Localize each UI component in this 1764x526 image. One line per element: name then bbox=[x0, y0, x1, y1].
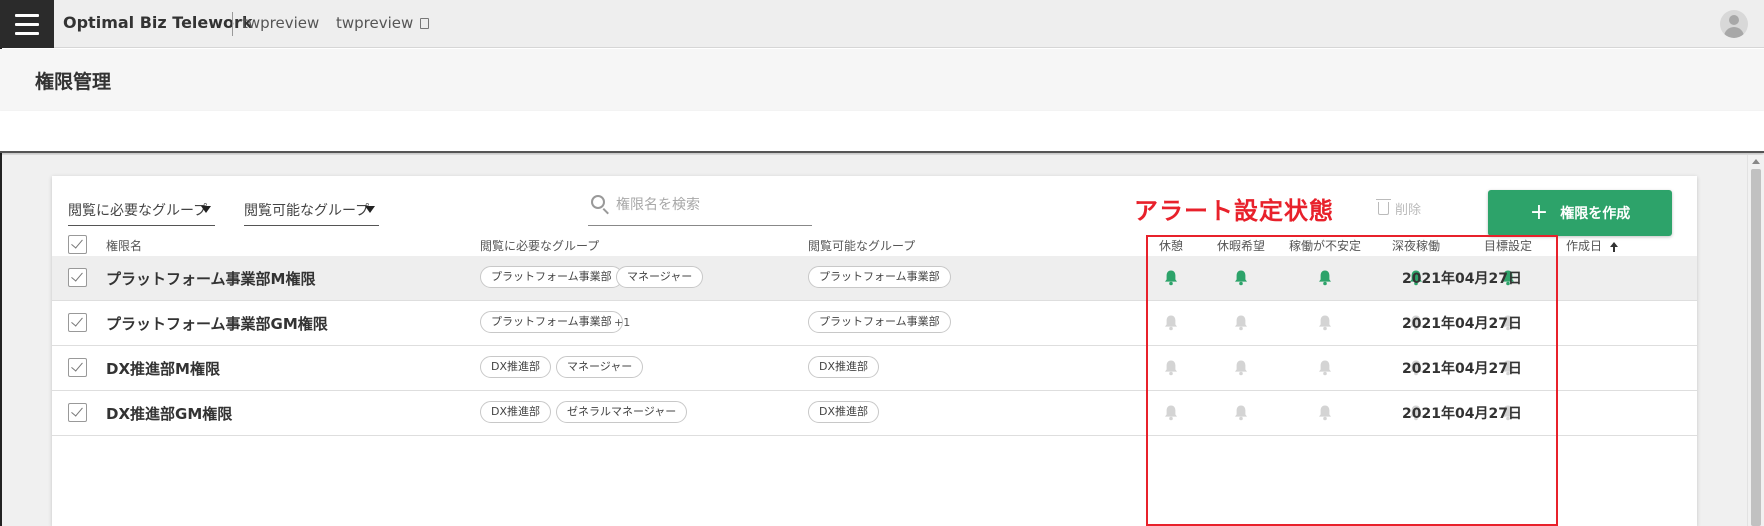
required-group-filter-label: 閲覧に必要なグループ bbox=[68, 203, 208, 219]
row-checkbox[interactable] bbox=[68, 358, 87, 377]
permission-name[interactable]: プラットフォーム事業部M権限 bbox=[106, 268, 315, 289]
created-date: 2021年04月27日 bbox=[1402, 271, 1522, 287]
viewable-group-chip: プラットフォーム事業部 bbox=[808, 266, 951, 288]
chevron-down-icon bbox=[201, 206, 211, 213]
user-avatar-icon[interactable] bbox=[1720, 10, 1748, 38]
delete-label: 削除 bbox=[1395, 202, 1422, 218]
permission-name[interactable]: プラットフォーム事業部GM権限 bbox=[106, 313, 328, 334]
table-row[interactable]: プラットフォーム事業部M権限 プラットフォーム事業部 マネージャー プラットフォーム事… bbox=[52, 256, 1697, 301]
column-header-created-date[interactable]: 作成日 bbox=[1566, 237, 1619, 254]
column-header-leave-request[interactable]: 休暇希望 bbox=[1217, 237, 1265, 254]
search-field[interactable] bbox=[588, 192, 812, 226]
bell-icon[interactable] bbox=[1233, 314, 1249, 331]
page-header: 権限管理 bbox=[0, 49, 1764, 111]
copy-icon[interactable] bbox=[420, 18, 429, 29]
created-date: 2021年04月27日 bbox=[1402, 316, 1522, 332]
viewable-group-chip: DX推進部 bbox=[808, 401, 880, 423]
app-title[interactable]: Optimal Biz Telework bbox=[63, 13, 253, 32]
vertical-scrollbar[interactable] bbox=[1747, 155, 1764, 526]
bell-icon[interactable] bbox=[1317, 314, 1333, 331]
table-row[interactable]: プラットフォーム事業部GM権限 プラットフォーム事業部 +1 プラットフォーム事業部 2… bbox=[52, 301, 1697, 346]
bell-icon[interactable] bbox=[1317, 269, 1333, 286]
required-group-chip: ゼネラルマネージャー bbox=[556, 401, 688, 423]
title-divider bbox=[232, 12, 233, 36]
created-date: 2021年04月27日 bbox=[1402, 406, 1522, 422]
chevron-down-icon bbox=[365, 206, 375, 213]
required-group-chip: マネージャー bbox=[616, 266, 704, 288]
row-checkbox[interactable] bbox=[68, 403, 87, 422]
delete-button[interactable]: 削除 bbox=[1376, 198, 1422, 218]
viewable-group-filter[interactable]: 閲覧可能なグループ bbox=[244, 194, 379, 226]
viewable-group-filter-label: 閲覧可能なグループ bbox=[244, 203, 370, 219]
required-group-filter[interactable]: 閲覧に必要なグループ bbox=[68, 194, 215, 226]
scroll-up-arrow-icon[interactable] bbox=[1752, 159, 1760, 164]
column-header-unstable-activity[interactable]: 稼働が不安定 bbox=[1289, 237, 1361, 254]
create-permission-label: 権限を作成 bbox=[1560, 206, 1631, 222]
scrollbar-thumb[interactable] bbox=[1751, 169, 1761, 526]
bell-icon[interactable] bbox=[1163, 404, 1179, 421]
viewable-group-chip: DX推進部 bbox=[808, 356, 880, 378]
required-group-chip: DX推進部 bbox=[480, 401, 552, 423]
column-header-goal-setting[interactable]: 目標設定 bbox=[1484, 237, 1532, 254]
permission-name[interactable]: DX推進部M権限 bbox=[106, 358, 220, 379]
trash-icon bbox=[1376, 198, 1391, 215]
row-checkbox[interactable] bbox=[68, 313, 87, 332]
column-header-break[interactable]: 休憩 bbox=[1159, 237, 1183, 254]
user-name: twpreview bbox=[336, 14, 414, 32]
required-group-chip: マネージャー bbox=[556, 356, 644, 378]
select-all-checkbox[interactable] bbox=[68, 235, 87, 254]
required-group-chip: プラットフォーム事業部 bbox=[480, 311, 623, 333]
bell-icon[interactable] bbox=[1233, 359, 1249, 376]
alert-status-annotation: アラート設定状態 bbox=[1134, 197, 1334, 225]
column-header-name[interactable]: 権限名 bbox=[106, 237, 142, 254]
table-row[interactable]: DX推進部GM権限 DX推進部 ゼネラルマネージャー DX推進部 2021年04月27日 bbox=[52, 391, 1697, 436]
bell-icon[interactable] bbox=[1317, 404, 1333, 421]
column-header-created-label: 作成日 bbox=[1566, 239, 1603, 253]
required-group-chip: DX推進部 bbox=[480, 356, 552, 378]
column-header-late-night-activity[interactable]: 深夜稼働 bbox=[1392, 237, 1440, 254]
search-icon bbox=[591, 195, 605, 209]
bell-icon[interactable] bbox=[1163, 269, 1179, 286]
sort-ascending-icon[interactable] bbox=[1610, 241, 1619, 252]
viewable-group-chip: プラットフォーム事業部 bbox=[808, 311, 951, 333]
column-header-viewable-group[interactable]: 閲覧可能なグループ bbox=[808, 237, 915, 254]
top-bar: Optimal Biz Telework twpreview twpreview bbox=[0, 0, 1764, 48]
table-row[interactable]: DX推進部M権限 DX推進部 マネージャー DX推進部 2021年04月27日 bbox=[52, 346, 1697, 391]
required-group-chip: プラットフォーム事業部 bbox=[480, 266, 623, 288]
more-groups-count[interactable]: +1 bbox=[614, 316, 630, 329]
row-checkbox[interactable] bbox=[68, 268, 87, 287]
bell-icon[interactable] bbox=[1233, 404, 1249, 421]
bell-icon[interactable] bbox=[1317, 359, 1333, 376]
bell-icon[interactable] bbox=[1163, 359, 1179, 376]
tenant-name: twpreview bbox=[242, 14, 320, 32]
page-title: 権限管理 bbox=[35, 71, 112, 93]
created-date: 2021年04月27日 bbox=[1402, 361, 1522, 377]
page-header-strip bbox=[0, 111, 1764, 153]
plus-icon: + bbox=[1529, 200, 1549, 225]
search-input[interactable] bbox=[616, 194, 806, 216]
permission-list-card: 閲覧に必要なグループ 閲覧可能なグループ アラート設定状態 削除 + 権限を作成… bbox=[52, 176, 1697, 526]
column-header-required-group[interactable]: 閲覧に必要なグループ bbox=[480, 237, 599, 254]
bell-icon[interactable] bbox=[1233, 269, 1249, 286]
bell-icon[interactable] bbox=[1163, 314, 1179, 331]
hamburger-menu-button[interactable] bbox=[0, 0, 54, 48]
permission-name[interactable]: DX推進部GM権限 bbox=[106, 403, 232, 424]
